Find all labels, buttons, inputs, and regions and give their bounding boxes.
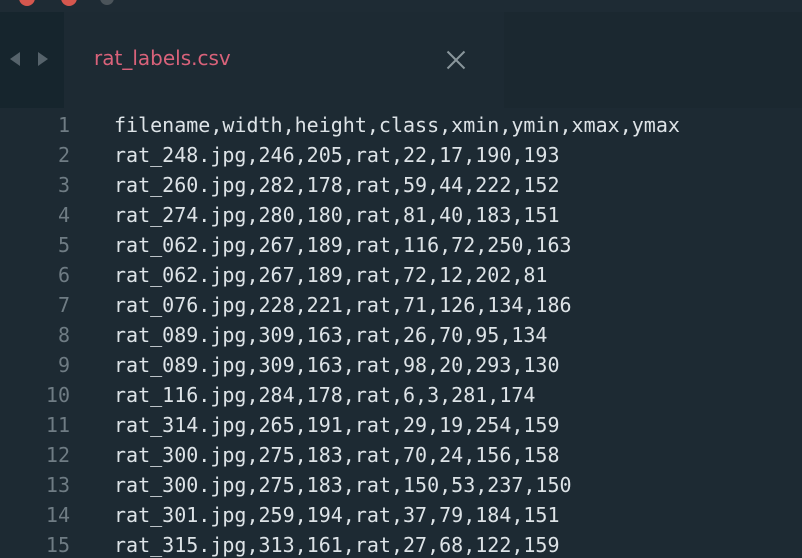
code-line[interactable]: 14 rat_301.jpg,259,194,rat,37,79,184,151 xyxy=(0,500,802,530)
line-number: 8 xyxy=(57,323,70,347)
code-line[interactable]: 4 rat_274.jpg,280,180,rat,81,40,183,151 xyxy=(0,200,802,230)
line-number: 3 xyxy=(57,173,70,197)
close-tab-icon[interactable] xyxy=(444,48,468,72)
code-line[interactable]: 6 rat_062.jpg,267,189,rat,72,12,202,81 xyxy=(0,260,802,290)
code-editor[interactable]: 1 filename,width,height,class,xmin,ymin,x… xyxy=(0,108,802,558)
line-number: 15 xyxy=(45,533,70,557)
line-text: rat_260.jpg,282,178,rat,59,44,222,152 xyxy=(114,173,560,197)
line-text: rat_315.jpg,313,161,rat,27,68,122,159 xyxy=(114,533,560,557)
minimize-window-button[interactable] xyxy=(61,0,77,6)
line-number: 6 xyxy=(57,263,70,287)
code-line[interactable]: 5 rat_062.jpg,267,189,rat,116,72,250,163 xyxy=(0,230,802,260)
line-text: rat_314.jpg,265,191,rat,29,19,254,159 xyxy=(114,413,560,437)
line-text: rat_076.jpg,228,221,rat,71,126,134,186 xyxy=(114,293,572,317)
tab-rat-labels[interactable]: rat_labels.csv xyxy=(64,12,504,108)
line-number: 1 xyxy=(57,113,70,137)
line-number: 12 xyxy=(45,443,70,467)
editor-window: rat_labels.csv 1 filename,width,height,cl… xyxy=(0,0,802,558)
line-text: rat_116.jpg,284,178,rat,6,3,281,174 xyxy=(114,383,536,407)
maximize-window-button[interactable] xyxy=(100,0,114,5)
code-line[interactable]: 7 rat_076.jpg,228,221,rat,71,126,134,186 xyxy=(0,290,802,320)
line-number: 7 xyxy=(57,293,70,317)
code-line[interactable]: 9 rat_089.jpg,309,163,rat,98,20,293,130 xyxy=(0,350,802,380)
line-text: rat_062.jpg,267,189,rat,72,12,202,81 xyxy=(114,263,548,287)
line-text: rat_248.jpg,246,205,rat,22,17,190,193 xyxy=(114,143,560,167)
code-line[interactable]: 13 rat_300.jpg,275,183,rat,150,53,237,150 xyxy=(0,470,802,500)
line-text: rat_062.jpg,267,189,rat,116,72,250,163 xyxy=(114,233,572,257)
code-line[interactable]: 11 rat_314.jpg,265,191,rat,29,19,254,159 xyxy=(0,410,802,440)
line-number: 11 xyxy=(45,413,70,437)
line-number: 4 xyxy=(57,203,70,227)
title-bar xyxy=(0,0,802,12)
line-number: 10 xyxy=(45,383,70,407)
line-text: rat_300.jpg,275,183,rat,70,24,156,158 xyxy=(114,443,560,467)
code-line[interactable]: 2 rat_248.jpg,246,205,rat,22,17,190,193 xyxy=(0,140,802,170)
code-line[interactable]: 12 rat_300.jpg,275,183,rat,70,24,156,158 xyxy=(0,440,802,470)
close-window-button[interactable] xyxy=(19,0,35,6)
next-tab-icon[interactable] xyxy=(38,52,48,66)
code-line[interactable]: 3 rat_260.jpg,282,178,rat,59,44,222,152 xyxy=(0,170,802,200)
line-text: rat_089.jpg,309,163,rat,26,70,95,134 xyxy=(114,323,548,347)
tab-bar-empty-area xyxy=(504,12,802,108)
line-number: 5 xyxy=(57,233,70,257)
line-text: rat_274.jpg,280,180,rat,81,40,183,151 xyxy=(114,203,560,227)
line-text: rat_301.jpg,259,194,rat,37,79,184,151 xyxy=(114,503,560,527)
tab-navigation xyxy=(0,12,64,108)
code-line[interactable]: 8 rat_089.jpg,309,163,rat,26,70,95,134 xyxy=(0,320,802,350)
line-text: rat_300.jpg,275,183,rat,150,53,237,150 xyxy=(114,473,572,497)
line-number: 2 xyxy=(57,143,70,167)
line-text: rat_089.jpg,309,163,rat,98,20,293,130 xyxy=(114,353,560,377)
tab-label: rat_labels.csv xyxy=(94,46,231,70)
code-line[interactable]: 15 rat_315.jpg,313,161,rat,27,68,122,159 xyxy=(0,530,802,558)
code-line[interactable]: 1 filename,width,height,class,xmin,ymin,x… xyxy=(0,110,802,140)
line-number: 13 xyxy=(45,473,70,497)
code-line[interactable]: 10 rat_116.jpg,284,178,rat,6,3,281,174 xyxy=(0,380,802,410)
previous-tab-icon[interactable] xyxy=(10,52,20,66)
line-text: filename,width,height,class,xmin,ymin,xm… xyxy=(114,113,680,137)
line-number: 9 xyxy=(57,353,70,377)
line-number: 14 xyxy=(45,503,70,527)
